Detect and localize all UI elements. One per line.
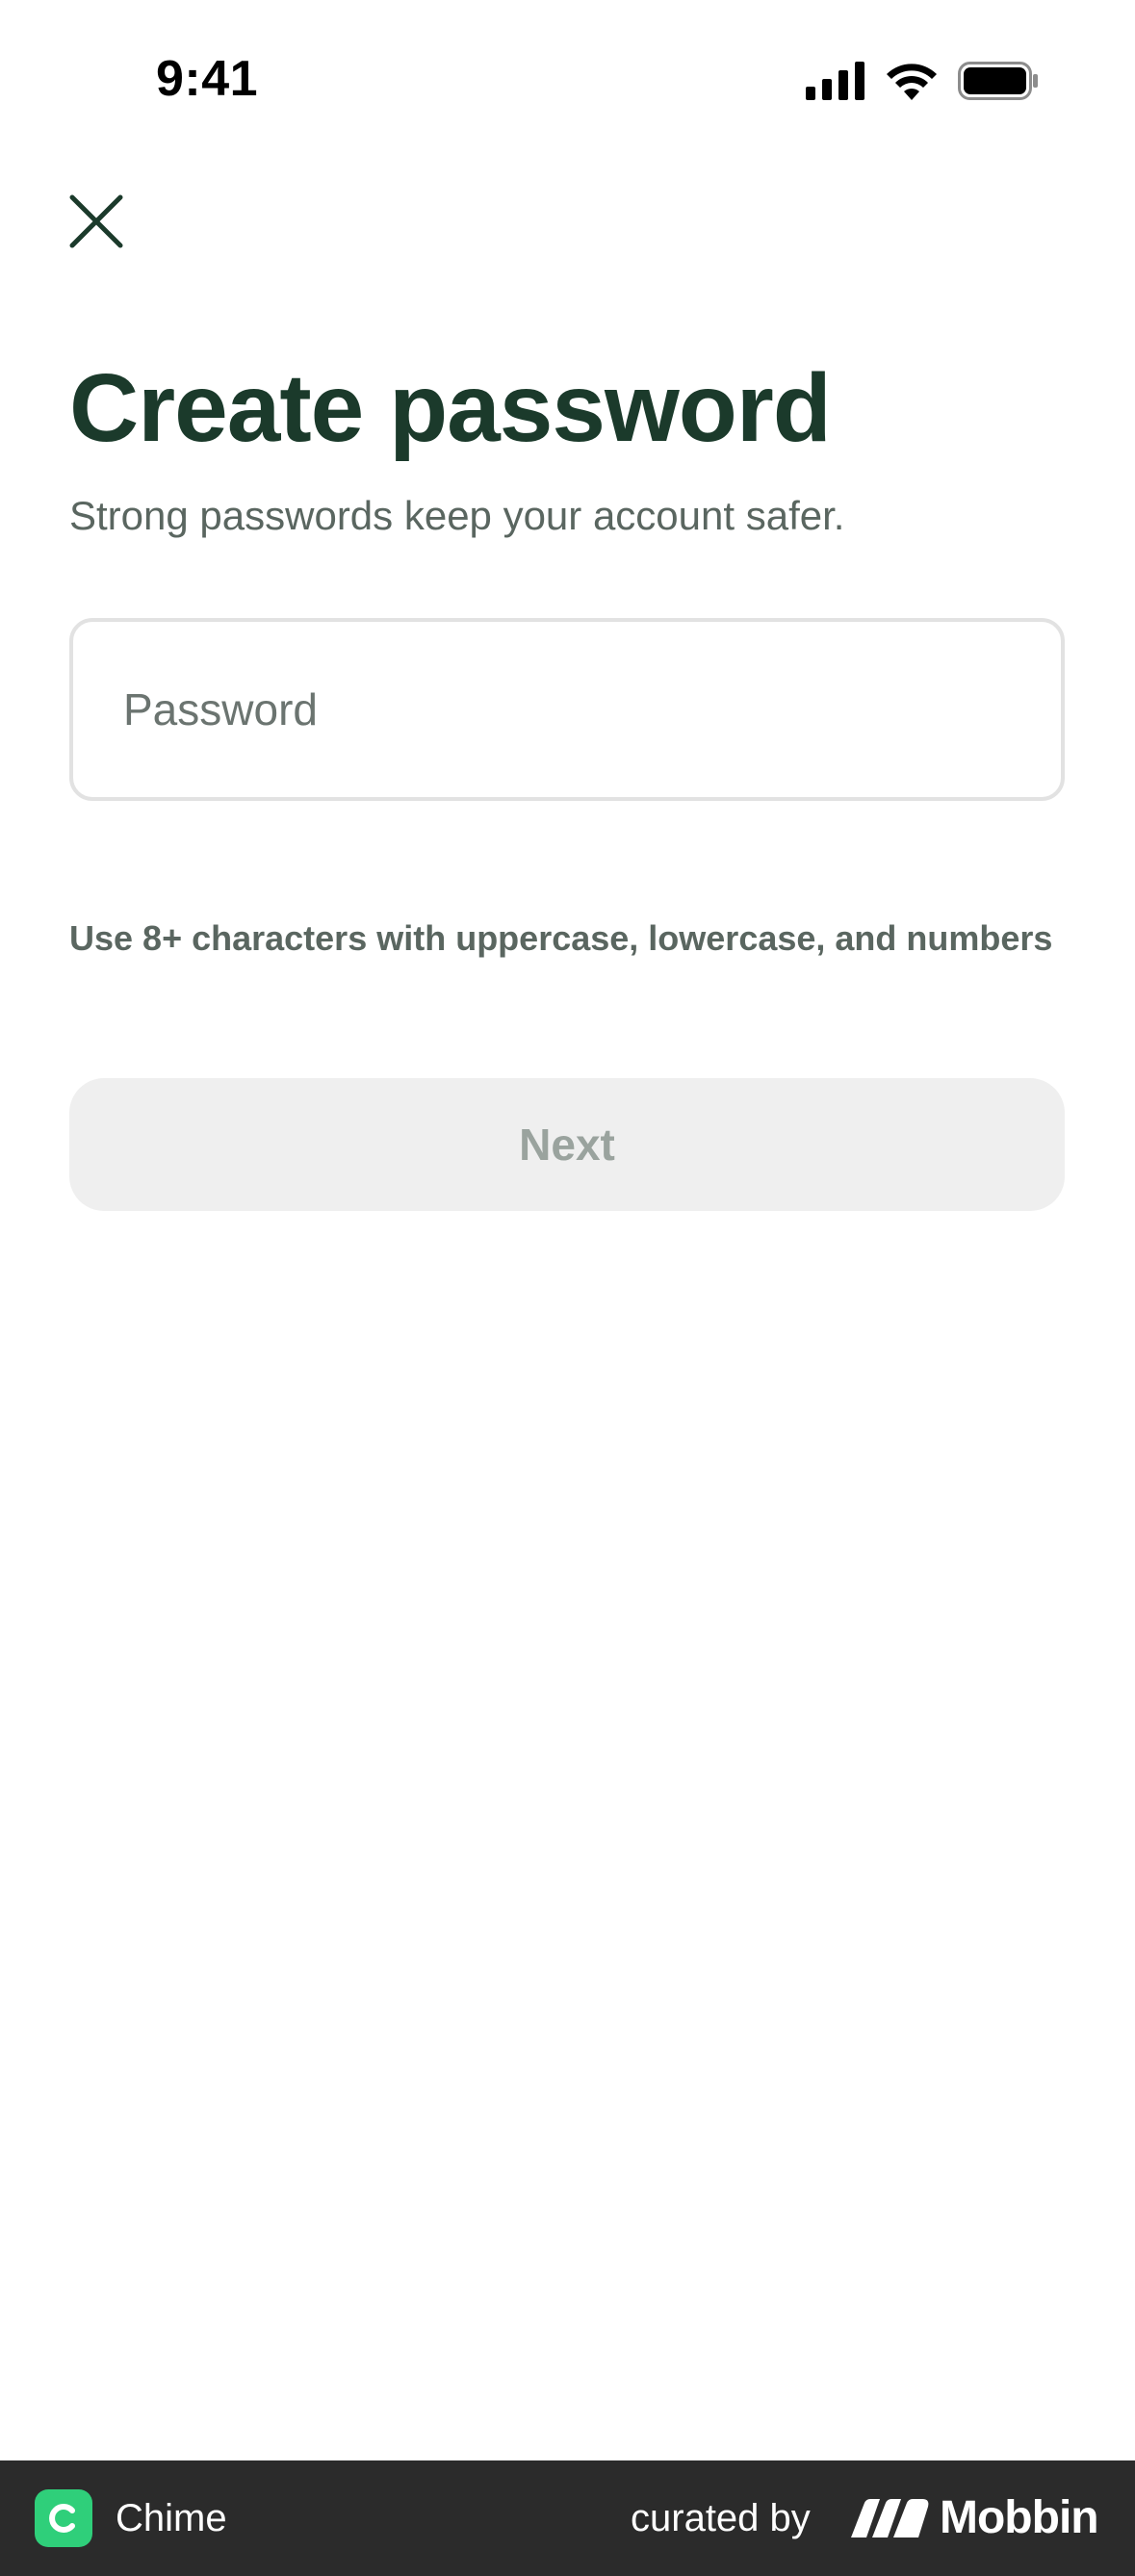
chime-c-logo-icon: [49, 2504, 75, 2533]
mobbin-mark-icon: [851, 2499, 929, 2537]
status-bar: 9:41: [0, 0, 1135, 164]
wifi-icon: [887, 64, 937, 100]
next-button[interactable]: Next: [69, 1078, 1065, 1211]
app-name: Chime: [116, 2497, 227, 2539]
battery-icon: [958, 62, 1038, 100]
status-icons: [806, 62, 1039, 100]
password-requirements-hint: Use 8+ characters with uppercase, lowerc…: [69, 918, 1053, 958]
close-icon: [69, 194, 123, 248]
password-field[interactable]: [69, 618, 1065, 801]
password-input[interactable]: [123, 622, 1009, 797]
mobbin-logo: Mobbin: [851, 2492, 1099, 2543]
status-time: 9:41: [156, 51, 259, 107]
page-subtitle: Strong passwords keep your account safer…: [69, 493, 845, 538]
signal-icon: [806, 62, 864, 100]
mobbin-wordmark: Mobbin: [940, 2492, 1099, 2543]
chime-app-icon: [35, 2489, 92, 2547]
page-title: Create password: [69, 354, 832, 462]
footer-bar: Chime curated by Mobbin: [0, 2460, 1135, 2576]
close-button[interactable]: [58, 183, 135, 260]
curated-by-label: curated by: [631, 2497, 811, 2539]
